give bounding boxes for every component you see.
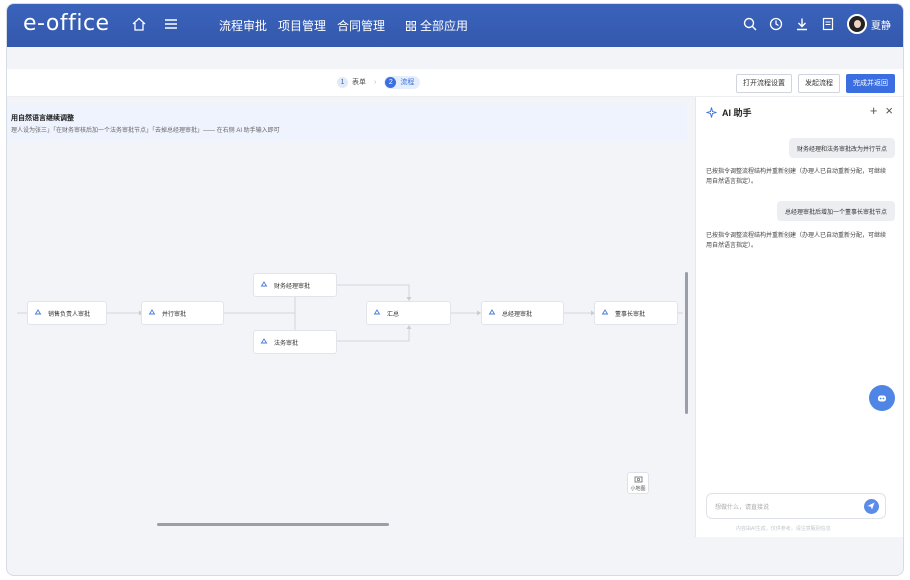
- flow-node-chairman[interactable]: 董事长审批: [594, 301, 678, 325]
- avatar[interactable]: [847, 14, 867, 34]
- user-message: 总经理审批后增加一个董事长审批节点: [776, 201, 895, 221]
- document-icon[interactable]: [821, 17, 835, 31]
- top-header: e-office 流程审批 项目管理 合同管理 全部应用 夏静: [7, 4, 903, 47]
- flow-node-legal[interactable]: 法务审批: [253, 330, 337, 354]
- close-icon[interactable]: ×: [885, 103, 893, 118]
- send-button[interactable]: [864, 499, 879, 514]
- ai-panel-title: AI 助手: [722, 108, 752, 118]
- flow-node-general-manager[interactable]: 总经理审批: [481, 301, 564, 325]
- all-apps-label: 全部应用: [420, 19, 469, 33]
- ai-message: 已按指令调整流程结构并重新创建（办理人已自动重新分配，可继续用自然语言指定）。: [706, 169, 887, 185]
- flow-node-label: 汇总: [387, 311, 400, 318]
- search-icon[interactable]: [743, 17, 757, 31]
- minimap-button[interactable]: 小地图: [627, 472, 649, 494]
- ai-chat-placeholder: 想做什么，请直接说: [715, 505, 770, 511]
- download-icon[interactable]: [795, 17, 809, 31]
- flow-connectors: [17, 283, 683, 343]
- flow-node-parallel[interactable]: 并行审批: [141, 301, 224, 325]
- flow-node-label: 总经理审批: [502, 311, 533, 318]
- ai-disclaimer: 内容由AI生成，仅供参考，请注意甄别信息: [736, 526, 831, 532]
- flow-canvas[interactable]: 用自然语言继续调整 理人设为张三」「在财务审核后加一个法务审批节点」「去掉总经理…: [7, 97, 693, 567]
- step-form[interactable]: 1 表单: [337, 77, 366, 88]
- send-icon: [867, 502, 875, 510]
- step-actions: 打开流程设置 发起流程 完成并返回: [736, 74, 895, 93]
- nav-item-project-management[interactable]: 项目管理: [278, 17, 326, 34]
- grid-icon: [406, 20, 417, 31]
- robot-icon: [878, 395, 886, 402]
- recycle-icon: [260, 281, 268, 287]
- open-flow-settings-button[interactable]: 打开流程设置: [736, 74, 792, 93]
- flow-node-label: 董事长审批: [615, 311, 646, 318]
- nav-item-contract-management[interactable]: 合同管理: [337, 17, 385, 34]
- sparkle-icon: [706, 107, 717, 118]
- app-logo[interactable]: e-office: [23, 11, 110, 36]
- ai-panel-header: AI 助手: [706, 106, 752, 119]
- ai-chat-input[interactable]: 想做什么，请直接说: [706, 493, 886, 519]
- plus-icon[interactable]: +: [870, 103, 878, 118]
- map-icon: [634, 476, 642, 483]
- nav-item-all-apps[interactable]: 全部应用: [406, 17, 468, 34]
- ai-bot-button[interactable]: [869, 385, 895, 411]
- menu-icon[interactable]: [164, 17, 178, 31]
- home-icon[interactable]: [131, 16, 147, 32]
- step-flow[interactable]: 2 流程: [384, 76, 421, 89]
- recycle-icon: [34, 309, 42, 315]
- recycle-icon: [260, 338, 268, 344]
- ai-panel-actions: + ×: [870, 103, 893, 118]
- horizontal-scrollbar[interactable]: [157, 523, 389, 526]
- nav-item-process-approval[interactable]: 流程审批: [219, 17, 267, 34]
- step-form-number: 1: [337, 77, 348, 88]
- ai-message: 已按指令调整流程结构并重新创建（办理人已自动重新分配，可继续用自然语言指定）。: [706, 233, 887, 249]
- recycle-icon: [148, 309, 156, 315]
- flow-node-label: 法务审批: [274, 340, 299, 347]
- ai-assistant-panel: AI 助手 + × 财务经理和法务审批改为并行节点 已按指令调整流程结构并重新创…: [695, 97, 903, 537]
- vertical-scrollbar[interactable]: [685, 272, 688, 414]
- step-indicator: 1 表单 › 2 流程: [337, 76, 421, 89]
- flow-node-sales-manager[interactable]: 销售负责人审批: [27, 301, 107, 325]
- step-flow-number: 2: [385, 77, 397, 88]
- app-frame: e-office 流程审批 项目管理 合同管理 全部应用 夏静 1 表单 › 2流…: [6, 3, 904, 576]
- step-flow-label: 流程: [400, 79, 415, 86]
- header-tools: 夏静: [743, 14, 891, 34]
- step-separator: ›: [374, 79, 377, 86]
- flow-node-label: 销售负责人审批: [48, 311, 91, 318]
- recycle-icon: [488, 309, 496, 315]
- user-message: 财务经理和法务审批改为并行节点: [788, 138, 895, 158]
- clock-icon[interactable]: [769, 17, 783, 31]
- finish-and-return-button[interactable]: 完成并返回: [846, 74, 895, 93]
- step-form-label: 表单: [352, 79, 366, 86]
- minimap-label: 小地图: [630, 486, 646, 492]
- start-flow-button[interactable]: 发起流程: [798, 74, 840, 93]
- user-name[interactable]: 夏静: [871, 17, 891, 32]
- recycle-icon: [373, 309, 381, 315]
- main-nav: 流程审批 项目管理 合同管理 全部应用: [219, 17, 468, 34]
- flow-node-label: 财务经理审批: [274, 283, 311, 290]
- recycle-icon: [601, 309, 609, 315]
- flow-node-finance[interactable]: 财务经理审批: [253, 273, 337, 297]
- flow-node-label: 并行审批: [162, 311, 187, 318]
- flow-node-merge[interactable]: 汇总: [366, 301, 451, 325]
- step-bar: 1 表单 › 2 流程 打开流程设置 发起流程 完成并返回: [7, 69, 903, 97]
